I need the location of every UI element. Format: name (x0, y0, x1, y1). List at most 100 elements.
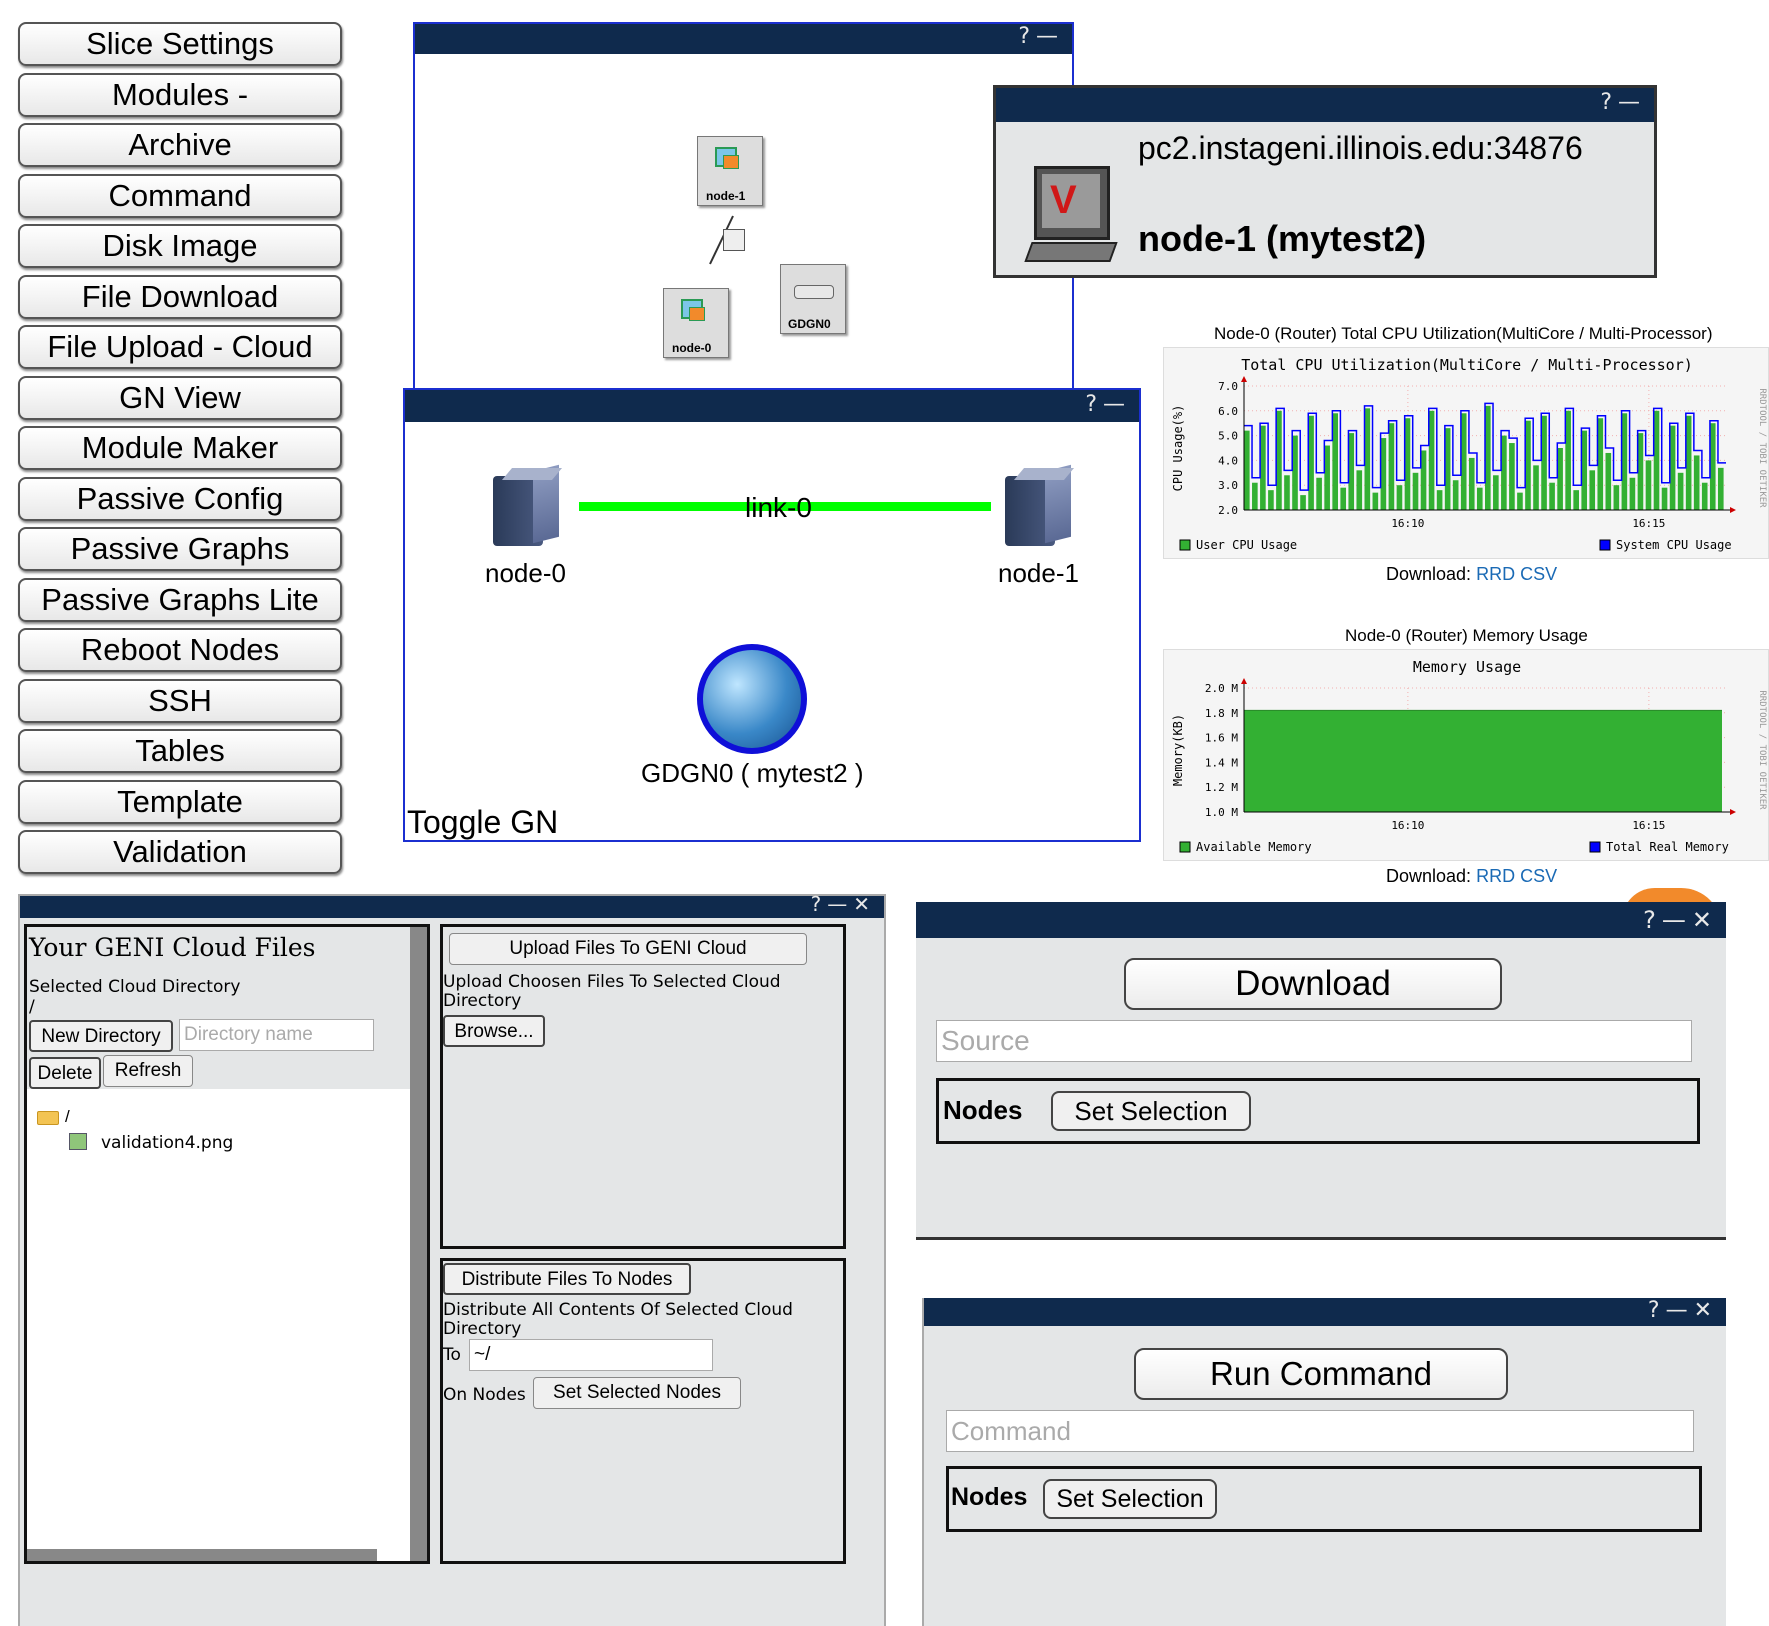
menu-item-validation[interactable]: Validation (18, 830, 342, 874)
node-host: pc2.instageni.illinois.edu:34876 (1138, 130, 1583, 166)
nodes-label: Nodes (951, 1483, 1028, 1511)
cpu-user-bar (1637, 433, 1644, 510)
cpu-graph-caption: Node-0 (Router) Total CPU Utilization(Mu… (1214, 324, 1713, 343)
horizontal-scrollbar[interactable] (27, 1549, 377, 1561)
upload-box: Upload Files To GENI Cloud Upload Choose… (440, 924, 846, 1249)
legend-label: System CPU Usage (1616, 538, 1732, 552)
minimize-icon[interactable]: — (1662, 906, 1692, 934)
help-icon[interactable]: ? (1643, 906, 1662, 934)
legend-label: Available Memory (1196, 840, 1312, 854)
topo-gdgn0[interactable]: GDGN0 (780, 264, 846, 334)
menu-item-file-upload-cloud[interactable]: File Upload - Cloud (18, 325, 342, 369)
cpu-user-bar (1252, 482, 1258, 510)
menu-item-modules[interactable]: Modules - (18, 72, 342, 117)
cpu-user-bar (1685, 415, 1692, 510)
minimize-icon[interactable]: — (1666, 1298, 1694, 1323)
mem-rrd-csv-link[interactable]: RRD CSV (1476, 866, 1557, 886)
menu-item-slice-settings[interactable]: Slice Settings (18, 22, 342, 66)
cpu-user-bar (1509, 443, 1515, 510)
server-icon[interactable] (493, 464, 563, 548)
chart-ytick: 5.0 (1218, 430, 1238, 443)
menu-item-disk-image[interactable]: Disk Image (18, 224, 342, 268)
nodes-box: Nodes Set Selection (936, 1078, 1700, 1144)
chart-ytick: 1.4 M (1205, 756, 1238, 769)
menu-item-passive-config[interactable]: Passive Config (18, 476, 342, 521)
distribute-files-button[interactable]: Distribute Files To Nodes (443, 1263, 691, 1295)
menu-item-command[interactable]: Command (18, 173, 342, 218)
download-titlebar[interactable]: ?—✕ (916, 902, 1726, 938)
cpu-rrd-csv-link[interactable]: RRD CSV (1476, 564, 1557, 584)
topo-link-square[interactable] (723, 229, 745, 251)
download-panel: ?—✕ Download Source Nodes Set Selection (916, 902, 1726, 1240)
cpu-user-bar (1709, 423, 1716, 510)
menu-item-template[interactable]: Template (18, 779, 342, 824)
minimize-icon[interactable]: — (1036, 24, 1064, 49)
menu-item-archive[interactable]: Archive (18, 123, 342, 167)
set-selection-button[interactable]: Set Selection (1051, 1091, 1251, 1131)
upload-files-button[interactable]: Upload Files To GENI Cloud (449, 933, 807, 965)
new-directory-button[interactable]: New Directory (29, 1020, 173, 1052)
menu-item-gn-view[interactable]: GN View (18, 375, 342, 420)
help-icon[interactable]: ? (811, 892, 828, 916)
destination-input[interactable]: ~/ (469, 1339, 713, 1371)
server-icon[interactable] (1005, 464, 1075, 548)
globe-icon[interactable] (697, 644, 807, 754)
help-icon[interactable]: ? (1600, 90, 1618, 115)
menu-item-module-maker[interactable]: Module Maker (18, 426, 342, 470)
help-icon[interactable]: ? (1648, 1298, 1666, 1323)
tree-file[interactable]: validation4.png (101, 1133, 233, 1153)
cpu-user-bar (1396, 485, 1403, 510)
cpu-user-bar (1661, 487, 1668, 510)
topology-panel: ?— node-1 node-0 GDGN0 (413, 22, 1074, 394)
close-icon[interactable]: ✕ (853, 892, 876, 916)
command-input[interactable]: Command (946, 1410, 1694, 1452)
chart-ytick: 1.0 M (1205, 806, 1238, 819)
chart-ytick: 6.0 (1218, 405, 1238, 418)
help-icon[interactable]: ? (1085, 392, 1103, 417)
delete-button[interactable]: Delete (29, 1057, 101, 1089)
set-selected-nodes-button[interactable]: Set Selected Nodes (533, 1377, 741, 1409)
browse-button[interactable]: Browse... (443, 1015, 545, 1047)
help-icon[interactable]: ? (1018, 24, 1036, 49)
cpu-user-bar (1597, 418, 1604, 510)
cpu-user-bar (1348, 433, 1355, 510)
gn-view-titlebar[interactable]: ?— (405, 390, 1139, 422)
topo-node-0[interactable]: node-0 (663, 288, 729, 358)
menu-item-reboot-nodes[interactable]: Reboot Nodes (18, 628, 342, 672)
minimize-icon[interactable]: — (1103, 392, 1131, 417)
topo-node-1[interactable]: node-1 (697, 136, 763, 206)
menu-item-ssh[interactable]: SSH (18, 678, 342, 723)
close-icon[interactable]: ✕ (1694, 1298, 1718, 1323)
cpu-user-bar (1693, 455, 1700, 510)
menu-item-passive-graphs-lite[interactable]: Passive Graphs Lite (18, 577, 342, 622)
chart-title: Total CPU Utilization(MultiCore / Multi-… (1241, 356, 1693, 374)
legend-label: Total Real Memory (1606, 840, 1729, 854)
refresh-button[interactable]: Refresh (103, 1055, 193, 1087)
cpu-graph: Total CPU Utilization(MultiCore / Multi-… (1163, 347, 1769, 559)
folder-open-icon[interactable] (37, 1111, 59, 1125)
set-selection-button[interactable]: Set Selection (1043, 1479, 1217, 1519)
minimize-icon[interactable]: — (1618, 90, 1646, 115)
topology-titlebar[interactable]: ?— (415, 24, 1072, 54)
minimize-icon[interactable]: — (827, 892, 853, 916)
vertical-scrollbar[interactable] (410, 927, 427, 1561)
cpu-user-bar (1356, 470, 1363, 510)
run-command-button[interactable]: Run Command (1134, 1348, 1508, 1400)
cpu-user-bar (1444, 428, 1451, 510)
cpu-user-bar (1613, 485, 1620, 510)
download-button[interactable]: Download (1124, 958, 1502, 1010)
toggle-gn-link[interactable]: Toggle GN (407, 804, 558, 841)
topo-node-1-label: node-1 (706, 189, 746, 203)
menu-item-passive-graphs[interactable]: Passive Graphs (18, 527, 342, 571)
tree-root[interactable]: / (65, 1107, 70, 1127)
directory-name-input[interactable]: Directory name (179, 1019, 374, 1051)
close-icon[interactable]: ✕ (1692, 906, 1718, 934)
cloud-titlebar[interactable]: ?—✕ (20, 892, 884, 918)
gn-node-1-label: node-1 (998, 558, 1079, 588)
menu-item-tables[interactable]: Tables (18, 729, 342, 773)
command-titlebar[interactable]: ?—✕ (924, 1298, 1726, 1326)
source-input[interactable]: Source (936, 1020, 1692, 1062)
node-info-titlebar[interactable]: ?— (996, 88, 1654, 122)
cpu-download: Download: RRD CSV (1386, 564, 1557, 585)
menu-item-file-download[interactable]: File Download (18, 274, 342, 319)
